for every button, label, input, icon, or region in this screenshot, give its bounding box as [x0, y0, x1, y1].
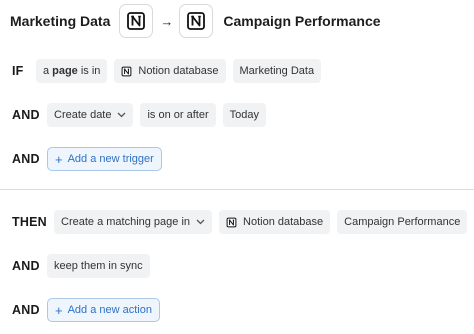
- notion-icon: [179, 4, 214, 38]
- target-database-chip[interactable]: Campaign Performance: [337, 210, 468, 234]
- action-row-add: AND + Add a new action: [12, 296, 160, 324]
- trigger-row-date: AND Create date is on or after Today: [12, 101, 273, 129]
- source-database-value: Marketing Data: [239, 65, 315, 77]
- keyword-and: AND: [12, 108, 40, 122]
- notion-icon: [226, 217, 237, 228]
- add-trigger-button[interactable]: + Add a new trigger: [47, 147, 162, 171]
- source-database-name: Marketing Data: [10, 13, 111, 29]
- plus-icon: +: [55, 302, 63, 318]
- add-action-label: Add a new action: [67, 304, 152, 316]
- trigger-subject-chip[interactable]: a page is in: [36, 59, 108, 83]
- chevron-down-icon: [117, 110, 126, 120]
- add-action-button[interactable]: + Add a new action: [47, 298, 160, 322]
- keyword-and: AND: [12, 152, 40, 166]
- date-value-chip[interactable]: Today: [222, 103, 266, 127]
- sync-option-chip[interactable]: keep them in sync: [47, 254, 150, 278]
- date-field-dropdown[interactable]: Create date: [47, 103, 134, 127]
- notion-icon: [119, 4, 154, 38]
- action-type-dropdown[interactable]: Create a matching page in: [54, 210, 213, 234]
- add-trigger-label: Add a new trigger: [67, 153, 154, 165]
- subject-entity: page: [52, 65, 78, 77]
- trigger-row-if: IF a page is in Notion database Marketin…: [12, 57, 328, 85]
- action-row-then: THEN Create a matching page in Notion da…: [12, 208, 474, 236]
- arrow-right-icon: →: [160, 13, 174, 29]
- source-database-chip[interactable]: Marketing Data: [232, 59, 322, 83]
- keyword-and: AND: [12, 259, 40, 273]
- date-operator-chip[interactable]: is on or after: [140, 103, 216, 127]
- keyword-and: AND: [12, 303, 40, 317]
- chevron-down-icon: [196, 217, 205, 227]
- target-type-chip[interactable]: Notion database: [219, 210, 331, 234]
- subject-prefix: a: [43, 65, 50, 77]
- action-row-sync: AND keep them in sync: [12, 252, 157, 280]
- sync-option-label: keep them in sync: [54, 260, 143, 272]
- source-type-label: Notion database: [138, 65, 219, 77]
- date-field-label: Create date: [54, 109, 112, 121]
- plus-icon: +: [55, 151, 63, 167]
- date-value-label: Today: [229, 109, 259, 121]
- source-type-chip[interactable]: Notion database: [114, 59, 226, 83]
- workflow-header: Marketing Data → Campaign Performance: [10, 0, 474, 42]
- target-database-name: Campaign Performance: [223, 13, 381, 29]
- target-type-label: Notion database: [243, 216, 324, 228]
- target-database-value: Campaign Performance: [344, 216, 461, 228]
- subject-suffix: is in: [80, 65, 101, 77]
- keyword-then: THEN: [12, 215, 47, 229]
- action-type-label: Create a matching page in: [61, 216, 191, 228]
- notion-icon: [121, 66, 132, 77]
- trigger-row-add: AND + Add a new trigger: [12, 145, 162, 173]
- section-divider: [0, 189, 474, 190]
- keyword-if: IF: [12, 64, 24, 78]
- date-operator-label: is on or after: [147, 109, 209, 121]
